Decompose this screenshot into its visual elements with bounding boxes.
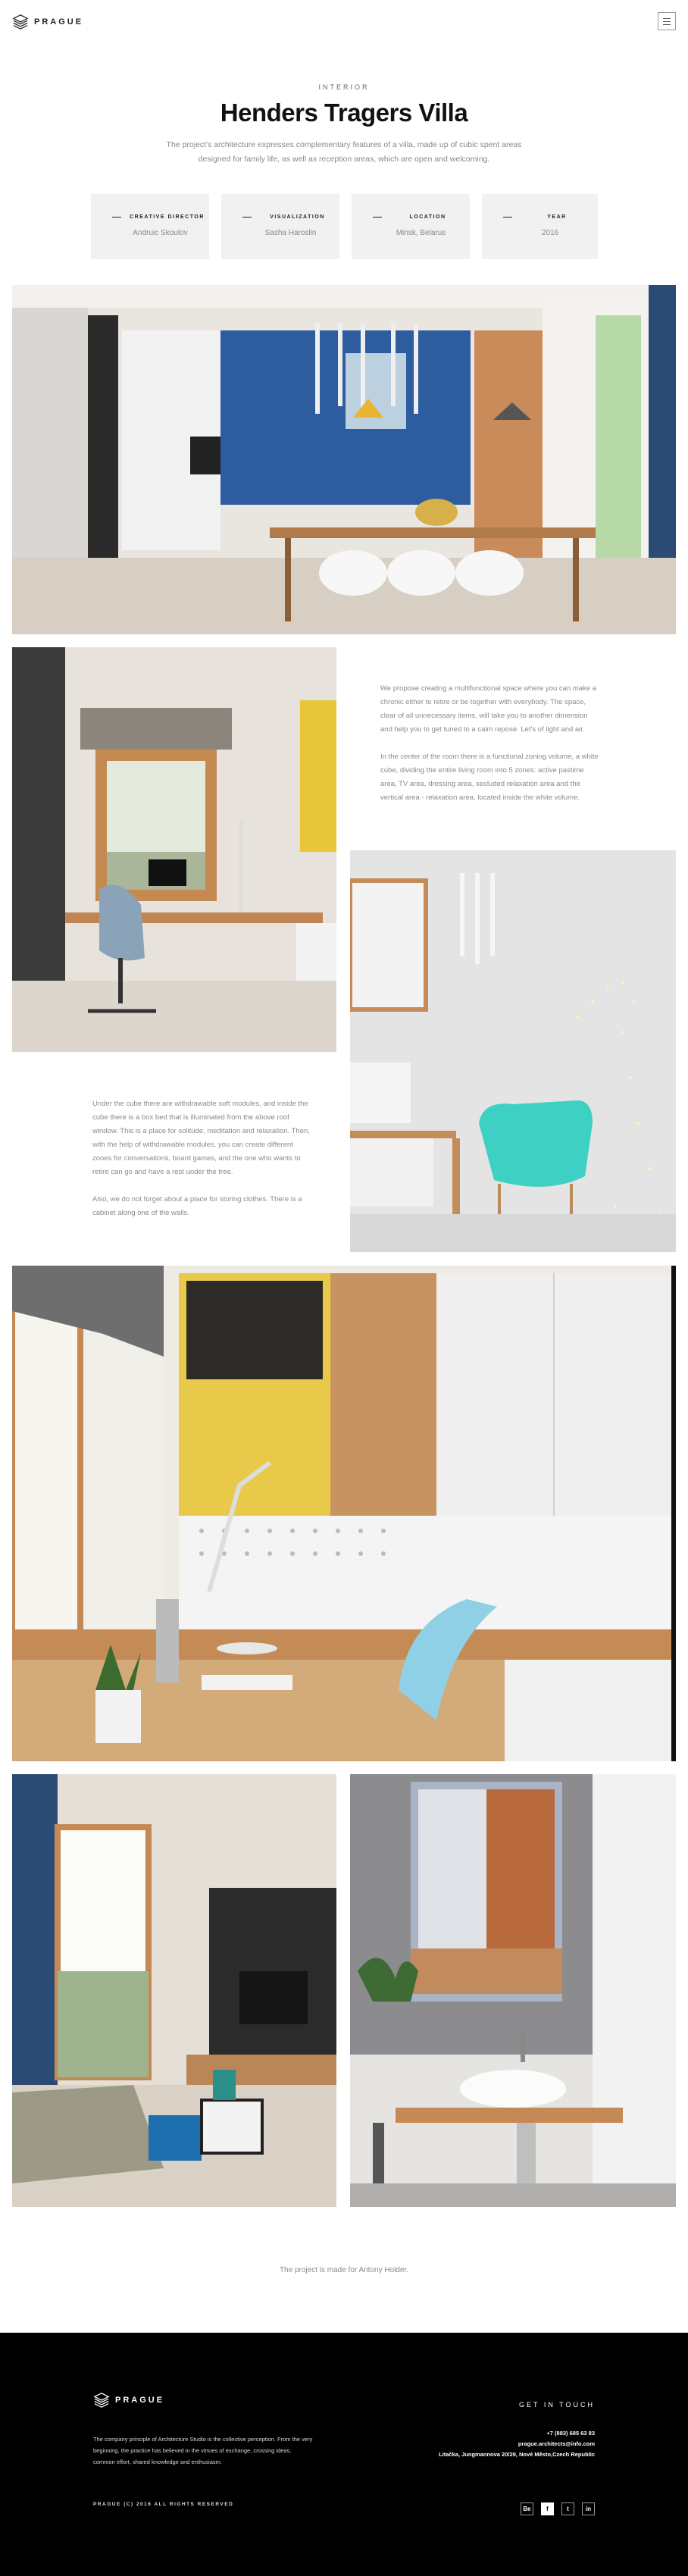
get-in-touch-heading: GET IN TOUCH xyxy=(518,2401,595,2409)
site-logo[interactable]: PRAGUE xyxy=(12,14,83,30)
project-credit: The project is made for Antony Holder. xyxy=(279,2266,409,2274)
footer-logo[interactable]: PRAGUE xyxy=(93,2392,164,2409)
footer-logo-text: PRAGUE xyxy=(115,2396,165,2405)
site-footer: PRAGUE The company principle of Architec… xyxy=(0,2333,688,2576)
footer-about: The company principle of Architecture St… xyxy=(93,2436,313,2465)
info-label: VISUALIZATION xyxy=(242,214,339,220)
category-eyebrow: INTERIOR xyxy=(318,83,370,91)
behance-icon[interactable]: Be xyxy=(521,2502,533,2515)
footer-phone[interactable]: +7 (883) 685 63 83 xyxy=(439,2428,595,2439)
info-year: YEAR 2016 xyxy=(481,194,598,259)
social-links: Be f t in xyxy=(521,2502,595,2515)
project-hero: INTERIOR Henders Tragers Villa The proje… xyxy=(0,83,688,259)
photo-kitchen-dining xyxy=(12,285,676,634)
photo-study-desk xyxy=(12,647,336,1052)
description-paragraph: Under the cube there are withdrawable so… xyxy=(92,1100,310,1176)
info-value: Andruic Skoulov xyxy=(133,229,188,237)
logo-text: PRAGUE xyxy=(34,17,84,27)
footer-contact: GET IN TOUCH +7 (883) 685 63 83 prague.a… xyxy=(439,2401,595,2460)
linkedin-icon[interactable]: in xyxy=(582,2502,595,2515)
footer-copyright: PRAGUE (C) 2016 ALL RIGHTS RESERVED xyxy=(93,2502,234,2507)
description-paragraph: We propose creating a multifunctional sp… xyxy=(380,684,596,734)
info-value: Sasha Haroslin xyxy=(264,229,317,237)
facebook-icon[interactable]: f xyxy=(541,2502,554,2515)
info-value: Minsk, Belarus xyxy=(396,229,446,237)
photo-bathroom xyxy=(350,1774,676,2207)
hamburger-menu-icon[interactable] xyxy=(658,12,676,30)
description-block-2: Under the cube there are withdrawable so… xyxy=(92,1097,312,1220)
top-bar: PRAGUE xyxy=(0,0,688,83)
project-intro: The project's architecture expresses com… xyxy=(166,140,522,164)
photo-teal-armchair xyxy=(350,850,676,1252)
photo-living-room xyxy=(12,1774,336,2207)
info-label: LOCATION xyxy=(372,214,470,220)
info-label: YEAR xyxy=(502,214,598,220)
twitter-icon[interactable]: t xyxy=(561,2502,574,2515)
logo-cube-icon xyxy=(12,14,29,30)
info-label: CREATIVE DIRECTOR xyxy=(111,214,209,220)
info-creative-director: CREATIVE DIRECTOR Andruic Skoulov xyxy=(90,194,209,259)
project-info-row: CREATIVE DIRECTOR Andruic Skoulov VISUAL… xyxy=(0,194,688,259)
photo-workspace xyxy=(12,1266,676,1761)
page-title: Henders Tragers Villa xyxy=(220,99,468,127)
description-block-1: We propose creating a multifunctional sp… xyxy=(380,682,600,805)
info-visualization: VISUALIZATION Sasha Haroslin xyxy=(220,194,339,259)
info-location: LOCATION Minsk, Belarus xyxy=(351,194,470,259)
footer-address: Litačka, Jungmannova 20/29, Nové Město,C… xyxy=(439,2451,595,2458)
info-value: 2016 xyxy=(541,229,559,237)
logo-cube-icon xyxy=(93,2393,110,2408)
footer-email[interactable]: prague.architects@info.com xyxy=(439,2439,595,2449)
description-paragraph: In the center of the room there is a fun… xyxy=(380,753,599,802)
description-paragraph: Also, we do not forget about a place for… xyxy=(92,1195,302,1217)
